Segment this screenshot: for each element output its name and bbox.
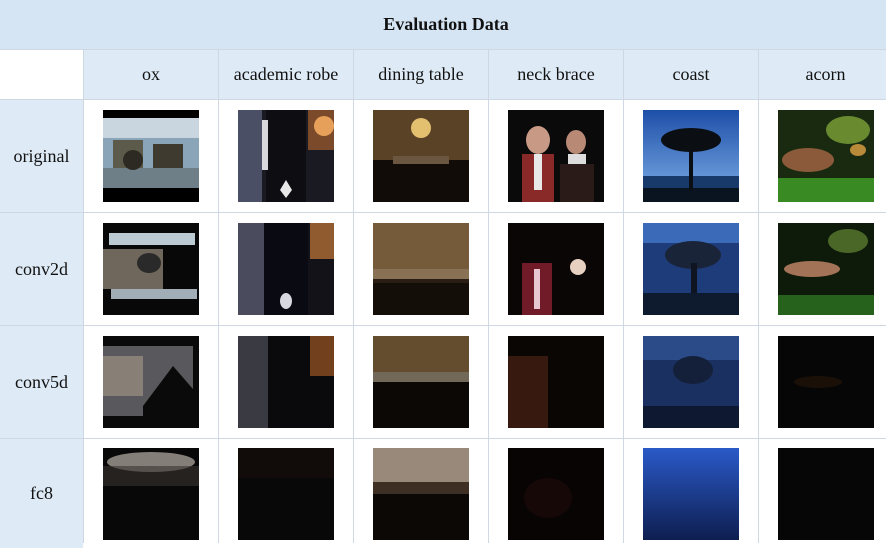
dining-table-fc8-image	[373, 447, 469, 540]
image-cell	[219, 100, 353, 212]
image-cell	[219, 439, 353, 548]
coast-fc8-image	[643, 447, 739, 540]
column-header-dining-table: dining table	[354, 50, 488, 99]
ox-conv2d-image	[103, 223, 199, 315]
image-cell	[84, 213, 218, 325]
column-header-ox: ox	[84, 50, 218, 99]
column-header-acorn: acorn	[759, 50, 886, 99]
academic-robe-conv2d-image	[238, 223, 334, 315]
image-cell	[354, 326, 488, 438]
image-cell	[759, 213, 886, 325]
image-cell	[489, 100, 623, 212]
neck-brace-original-image	[508, 110, 604, 202]
column-header-neck-brace: neck brace	[489, 50, 623, 99]
image-cell	[489, 326, 623, 438]
image-cell	[624, 326, 758, 438]
row-header-original: original	[0, 100, 83, 212]
row-header-fc8: fc8	[0, 439, 83, 548]
image-cell	[759, 326, 886, 438]
neck-brace-conv5d-image	[508, 336, 604, 428]
neck-brace-fc8-image	[508, 447, 604, 540]
academic-robe-fc8-image	[238, 447, 334, 540]
column-header-coast: coast	[624, 50, 758, 99]
ox-original-image	[103, 110, 199, 202]
coast-conv5d-image	[643, 336, 739, 428]
image-cell	[759, 439, 886, 548]
dining-table-conv2d-image	[373, 223, 469, 315]
image-cell	[354, 439, 488, 548]
ox-conv5d-image	[103, 336, 199, 428]
image-cell	[489, 439, 623, 548]
evaluation-table: Evaluation Data ox academic robe dining …	[0, 0, 886, 548]
image-cell	[354, 213, 488, 325]
row-header-conv2d: conv2d	[0, 213, 83, 325]
ox-fc8-image	[103, 447, 199, 540]
academic-robe-conv5d-image	[238, 336, 334, 428]
image-cell	[354, 100, 488, 212]
neck-brace-conv2d-image	[508, 223, 604, 315]
image-cell	[84, 439, 218, 548]
coast-conv2d-image	[643, 223, 739, 315]
image-cell	[84, 326, 218, 438]
acorn-original-image	[777, 110, 874, 202]
academic-robe-original-image	[238, 110, 334, 202]
acorn-conv5d-image	[777, 336, 874, 428]
image-cell	[759, 100, 886, 212]
column-header-academic-robe: academic robe	[219, 50, 353, 99]
image-cell	[489, 213, 623, 325]
corner-cell	[0, 50, 83, 99]
acorn-conv2d-image	[777, 223, 874, 315]
image-cell	[624, 100, 758, 212]
image-cell	[219, 213, 353, 325]
dining-table-conv5d-image	[373, 336, 469, 428]
image-cell	[219, 326, 353, 438]
table-title: Evaluation Data	[0, 0, 886, 49]
dining-table-original-image	[373, 110, 469, 202]
image-cell	[624, 213, 758, 325]
image-cell	[84, 100, 218, 212]
image-cell	[624, 439, 758, 548]
acorn-fc8-image	[777, 447, 874, 540]
row-header-conv5d: conv5d	[0, 326, 83, 438]
coast-original-image	[643, 110, 739, 202]
